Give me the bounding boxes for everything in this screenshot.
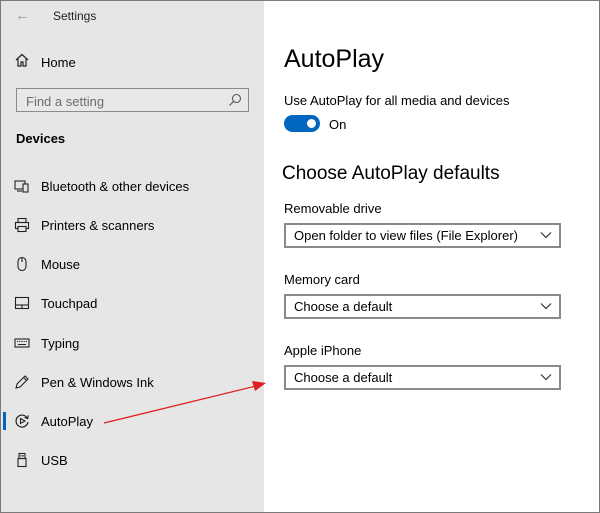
bluetooth-devices-icon xyxy=(14,180,29,193)
chevron-down-icon xyxy=(540,374,552,381)
touchpad-icon xyxy=(14,296,30,310)
page-title: AutoPlay xyxy=(284,45,385,73)
printer-icon xyxy=(14,217,30,233)
pen-icon xyxy=(15,375,29,389)
sidebar-item-label: Touchpad xyxy=(41,296,98,311)
sidebar-item-autoplay[interactable]: AutoPlay xyxy=(1,404,264,438)
sidebar-item-label: Printers & scanners xyxy=(41,218,155,233)
autoplay-icon xyxy=(15,414,29,428)
sidebar-item-pen[interactable]: Pen & Windows Ink xyxy=(1,365,264,399)
autoplay-toggle[interactable] xyxy=(284,115,320,132)
home-icon xyxy=(15,53,29,67)
sidebar-item-label: Pen & Windows Ink xyxy=(41,375,154,390)
sidebar-item-touchpad[interactable]: Touchpad xyxy=(1,286,264,320)
sidebar-item-home[interactable]: Home xyxy=(1,47,264,77)
apple-iphone-dropdown[interactable]: Choose a default xyxy=(284,365,561,390)
search-icon xyxy=(229,93,242,106)
sidebar-item-typing[interactable]: Typing xyxy=(1,326,264,360)
keyboard-icon xyxy=(14,338,30,348)
dropdown-value: Choose a default xyxy=(294,299,393,314)
settings-window: ← Settings Home Find a setting Devices B… xyxy=(0,0,600,513)
toggle-state-label: On xyxy=(329,117,347,132)
sidebar-item-bluetooth[interactable]: Bluetooth & other devices xyxy=(1,169,264,203)
sidebar-item-label: Bluetooth & other devices xyxy=(41,179,190,194)
main-content: AutoPlay Use AutoPlay for all media and … xyxy=(264,1,599,512)
active-indicator xyxy=(3,412,6,430)
sidebar-item-usb[interactable]: USB xyxy=(1,443,264,477)
search-placeholder: Find a setting xyxy=(26,94,105,109)
apple-iphone-label: Apple iPhone xyxy=(284,343,362,358)
sidebar-item-label: Mouse xyxy=(41,257,81,272)
removable-drive-label: Removable drive xyxy=(284,201,382,216)
mouse-icon xyxy=(17,256,27,272)
chevron-down-icon xyxy=(540,303,552,310)
dropdown-value: Choose a default xyxy=(294,370,393,385)
sidebar-item-label: Typing xyxy=(41,336,80,351)
sidebar-item-printers[interactable]: Printers & scanners xyxy=(1,208,264,242)
memory-card-label: Memory card xyxy=(284,272,360,287)
section-title: Devices xyxy=(16,131,66,146)
sidebar-item-mouse[interactable]: Mouse xyxy=(1,247,264,281)
window-title: Settings xyxy=(53,9,97,23)
autoplay-toggle-caption: Use AutoPlay for all media and devices xyxy=(284,93,510,108)
search-input[interactable]: Find a setting xyxy=(16,88,249,112)
home-label: Home xyxy=(41,55,76,70)
toggle-knob xyxy=(307,119,316,128)
back-arrow-icon[interactable]: ← xyxy=(15,7,30,24)
sidebar-item-label: AutoPlay xyxy=(41,414,94,429)
defaults-heading: Choose AutoPlay defaults xyxy=(282,163,500,184)
sidebar-item-label: USB xyxy=(41,453,68,468)
sidebar: ← Settings Home Find a setting Devices B… xyxy=(1,1,264,512)
removable-drive-dropdown[interactable]: Open folder to view files (File Explorer… xyxy=(284,223,561,248)
chevron-down-icon xyxy=(540,232,552,239)
memory-card-dropdown[interactable]: Choose a default xyxy=(284,294,561,319)
title-bar: ← Settings xyxy=(1,1,264,31)
dropdown-value: Open folder to view files (File Explorer… xyxy=(294,228,518,243)
usb-icon xyxy=(17,452,27,468)
